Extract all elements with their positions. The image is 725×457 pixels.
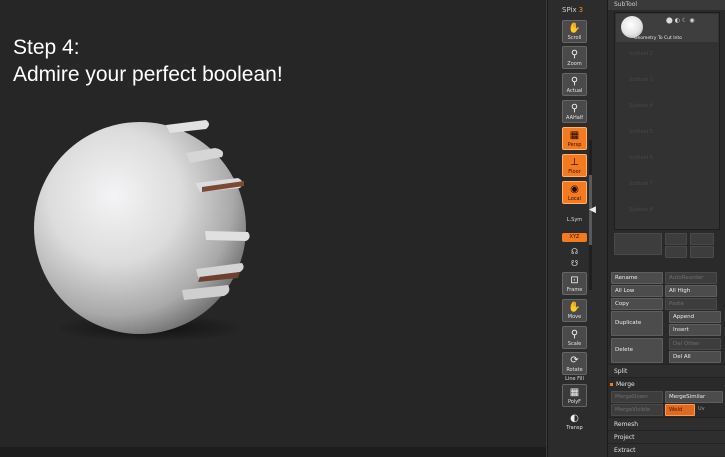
del-other-button[interactable]: Del Other [669,338,721,350]
expanded-indicator-icon [610,383,613,386]
subtool-list[interactable]: ⬤◐☾◉ Geometry To Cut Into Subtool 2 Subt… [614,12,720,230]
aahalf-label: AAHalf [566,115,583,121]
scroll-down-button[interactable] [665,246,687,258]
magnifier-icon: ⚲ [570,49,579,60]
canvas-viewport[interactable]: Step 4: Admire your perfect boolean! [0,0,547,457]
project-section[interactable]: Project [608,430,725,443]
extract-section[interactable]: Extract [608,443,725,456]
aahalf-button[interactable]: ⚲ AAHalf [562,100,587,123]
scroll-up-button[interactable] [665,233,687,245]
insert-button[interactable]: Insert [669,324,721,336]
subtool-slot[interactable]: Subtool 6 [629,155,653,161]
local-icon: ◉ [570,184,579,195]
move-button[interactable]: ✋ Move [562,299,587,322]
merge-section[interactable]: Merge [608,377,725,390]
polyframe-icon: ▦ [569,387,580,398]
subtool-thumbnail [621,16,643,38]
polyf-button[interactable]: ▦ PolyF [562,384,587,407]
scroll-top-button[interactable] [690,233,714,245]
all-high-button[interactable]: All High [665,285,717,297]
scroll-label: Scroll [567,35,582,41]
sphere-model[interactable] [0,0,547,457]
hand-icon: ✋ [568,23,581,34]
all-low-button[interactable]: All Low [611,285,663,297]
subtool-visibility-icons[interactable]: ⬤◐☾◉ [666,17,697,24]
scroll-button[interactable]: ✋ Scroll [562,20,587,43]
rotate-icon: ⟳ [570,355,579,366]
subtool-panel: SubTool ⬤◐☾◉ Geometry To Cut Into Subtoo… [607,0,725,457]
append-button[interactable]: Append [669,311,721,323]
frame-icon: ⊡ [570,275,579,286]
actual-button[interactable]: ⚲ Actual [562,73,587,96]
transp-icon: ◐ [570,413,579,424]
grid-icon: ▦ [569,130,580,141]
rename-button[interactable]: Rename [611,272,663,284]
paste-button[interactable]: Paste [665,298,717,310]
rotate-axis-2-icon[interactable]: ☋ [562,257,587,271]
merge-section-label: Merge [616,381,635,388]
del-all-button[interactable]: Del All [669,351,721,363]
copy-button[interactable]: Copy [611,298,663,310]
transp-button[interactable]: ◐ Transp [562,410,587,433]
subtool-slot[interactable]: Subtool 7 [629,181,653,187]
viewport-bottom-bar [0,447,546,457]
frame-button[interactable]: ⊡ Frame [562,272,587,295]
local-label: Local [568,196,581,202]
list-all-button[interactable] [614,233,662,255]
floor-icon: ⊥ [570,157,579,168]
floor-button[interactable]: ⊥ Floor [562,154,587,177]
spix-value: 3 [578,6,584,14]
rotate-label: Rotate [566,367,583,373]
uv-toggle[interactable]: Uv [698,406,705,412]
panel-collapse-arrow-icon[interactable]: ◀ [589,205,596,215]
subtool-slot[interactable]: Subtool 3 [629,77,653,83]
subtool-slot[interactable]: Subtool 8 [629,207,653,213]
lsym-button[interactable]: L.Sym [562,213,587,227]
move-label: Move [567,314,582,320]
polyf-label: PolyF [567,399,582,405]
scale-icon: ⚲ [570,329,579,340]
subtool-slot[interactable]: Subtool 5 [629,129,653,135]
merge-similar-button[interactable]: MergeSimilar [665,391,723,403]
subtool-slot[interactable]: Subtool 4 [629,103,653,109]
merge-visible-button[interactable]: MergeVisible [611,404,663,416]
weld-toggle[interactable]: Weld [665,404,695,416]
scroll-bottom-button[interactable] [690,246,714,258]
subtool-item-label: Geometry To Cut Into [634,36,682,41]
magnifier-icon: ⚲ [570,103,579,114]
xyz-button[interactable]: XYZ [562,233,587,242]
transp-label: Transp [566,425,583,431]
scale-label: Scale [567,341,582,347]
subtool-slot[interactable]: Subtool 2 [629,51,653,57]
subtool-header[interactable]: SubTool [608,0,725,10]
xyz-label: XYZ [569,234,580,240]
lsym-label: L.Sym [566,217,583,223]
delete-button[interactable]: Delete [611,338,663,363]
actual-label: Actual [566,88,583,94]
spix-control[interactable]: SPix 3 [562,6,583,14]
zoom-label: Zoom [567,61,582,67]
frame-label: Frame [566,287,583,293]
merge-down-button[interactable]: MergeDown [611,391,663,403]
local-button[interactable]: ◉ Local [562,181,587,204]
split-section[interactable]: Split [608,364,725,377]
rotate-button[interactable]: ⟳ Rotate [562,352,587,375]
move-icon: ✋ [568,302,581,313]
persp-button[interactable]: ▦ Persp [562,127,587,150]
autoreorder-button[interactable]: AutoReorder [665,272,717,284]
duplicate-button[interactable]: Duplicate [611,311,663,336]
scale-button[interactable]: ⚲ Scale [562,326,587,349]
right-shelf: SPix 3 ✋ Scroll ⚲ Zoom ⚲ Actual ⚲ AAHalf … [547,0,607,457]
persp-label: Persp [567,142,582,148]
zoom-button[interactable]: ⚲ Zoom [562,46,587,69]
magnifier-icon: ⚲ [570,76,579,87]
spix-label: SPix [562,6,577,14]
subtool-item-active[interactable]: ⬤◐☾◉ Geometry To Cut Into [616,14,718,42]
line-fill-label[interactable]: Line Fill [562,374,587,384]
floor-label: Floor [568,169,581,175]
remesh-section[interactable]: Remesh [608,417,725,430]
